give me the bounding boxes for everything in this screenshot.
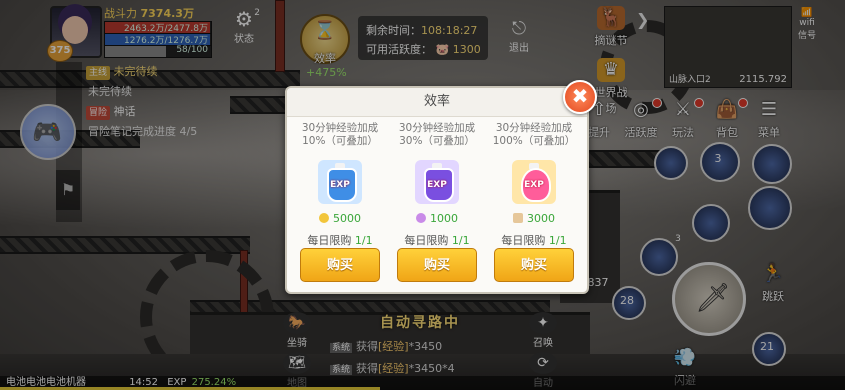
item-description: 30分钟经验加成100%（可叠加） — [492, 122, 576, 147]
exp-label: EXP — [427, 180, 447, 190]
item-description: 30分钟经验加成10%（可叠加） — [301, 122, 379, 147]
item-price-value: 1000 — [430, 212, 458, 225]
daily-limit-label: 每日限购 — [501, 234, 546, 247]
exp-potion-icon: EXP — [415, 160, 459, 204]
dialog-title: 效率 — [287, 88, 587, 117]
item-card: 30分钟经验加成10%（可叠加） EXP 5000 每日限购 1/1 购买 — [294, 120, 386, 286]
gem-icon — [416, 213, 426, 223]
efficiency-dialog: 效率 ✖ 30分钟经验加成10%（可叠加） EXP 5000 每日限购 1/1 … — [285, 80, 597, 294]
item-price-value: 5000 — [333, 212, 361, 225]
exp-label: EXP — [330, 180, 350, 190]
item-card: 30分钟经验加成30%（可叠加） EXP 1000 每日限购 1/1 购买 — [391, 120, 483, 286]
exp-potion-icon: EXP — [512, 160, 556, 204]
daily-limit-value: 1/1 — [354, 234, 373, 247]
exp-potion-icon: EXP — [318, 160, 362, 204]
close-button[interactable]: ✖ — [563, 80, 597, 114]
item-price: 1000 — [391, 212, 483, 225]
daily-limit-label: 每日限购 — [404, 234, 449, 247]
daily-limit-label: 每日限购 — [307, 234, 352, 247]
buy-button[interactable]: 购买 — [397, 248, 477, 282]
item-price-value: 3000 — [527, 212, 555, 225]
item-card: 30分钟经验加成100%（可叠加） EXP 3000 每日限购 1/1 购买 — [488, 120, 580, 286]
daily-limit-value: 1/1 — [548, 234, 567, 247]
item-description: 30分钟经验加成30%（可叠加） — [398, 122, 476, 147]
item-card-list: 30分钟经验加成10%（可叠加） EXP 5000 每日限购 1/1 购买 30… — [294, 120, 580, 286]
ticket-icon — [513, 213, 523, 223]
daily-limit: 每日限购 1/1 — [488, 232, 580, 248]
daily-limit: 每日限购 1/1 — [294, 232, 386, 248]
item-price: 3000 — [488, 212, 580, 225]
exp-label: EXP — [524, 180, 544, 190]
daily-limit: 每日限购 1/1 — [391, 232, 483, 248]
close-icon: ✖ — [571, 84, 589, 108]
item-price: 5000 — [294, 212, 386, 225]
buy-button[interactable]: 购买 — [300, 248, 380, 282]
daily-limit-value: 1/1 — [451, 234, 470, 247]
buy-button[interactable]: 购买 — [494, 248, 574, 282]
gold-coin-icon — [319, 213, 329, 223]
